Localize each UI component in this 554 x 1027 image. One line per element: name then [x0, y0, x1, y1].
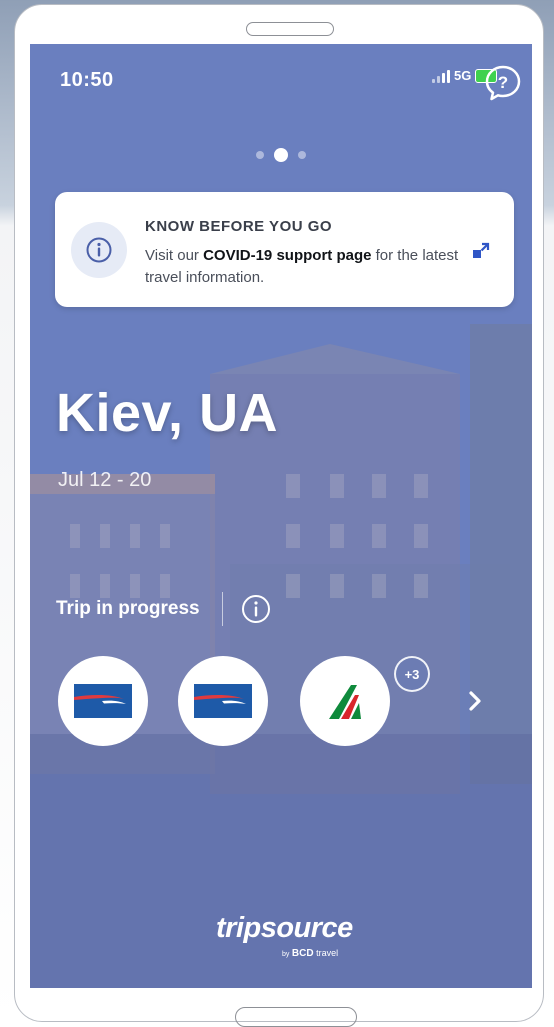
trip-status-row: Trip in progress: [56, 592, 271, 626]
brand-company: BCD: [291, 948, 314, 959]
app-screen: 10:50 5G ? KNOW BEFORE YOU GO Visit our …: [30, 44, 532, 988]
status-time: 10:50: [60, 69, 114, 91]
chevron-right-icon[interactable]: [466, 684, 486, 718]
home-button[interactable]: [235, 1007, 357, 1027]
trip-status: Trip in progress: [56, 598, 200, 619]
notice-title: KNOW BEFORE YOU GO: [145, 218, 333, 235]
british-airways-logo: [194, 684, 252, 718]
divider: [221, 592, 223, 626]
brand-by: by: [282, 951, 290, 958]
destination-title: Kiev, UA: [56, 383, 279, 443]
booking-british-airways[interactable]: [58, 656, 148, 746]
carousel-dot-active[interactable]: [274, 148, 288, 162]
booking-british-airways[interactable]: [178, 656, 268, 746]
brand-suffix: travel: [316, 948, 339, 958]
bcd-travel-logo: by BCD travel: [282, 948, 338, 959]
alitalia-logo: [329, 685, 361, 719]
chat-help-icon[interactable]: ?: [484, 64, 522, 102]
notice-body-prefix: Visit our: [145, 247, 204, 264]
signal-icon: [432, 69, 450, 83]
svg-text:?: ?: [498, 73, 508, 92]
info-icon[interactable]: [241, 594, 271, 624]
british-airways-logo: [74, 684, 132, 718]
phone-speaker: [246, 22, 334, 36]
booking-alitalia[interactable]: [300, 656, 390, 746]
external-link-icon[interactable]: [471, 241, 491, 261]
carousel-indicator: [256, 148, 306, 162]
more-bookings-badge[interactable]: +3: [394, 656, 430, 692]
notice-body: Visit our COVID-19 support page for the …: [145, 245, 465, 289]
covid-support-link[interactable]: COVID-19 support page: [203, 247, 371, 264]
trip-dates: Jul 12 - 20: [58, 469, 152, 491]
carousel-dot[interactable]: [298, 151, 306, 159]
city-background-image: [30, 44, 532, 988]
carousel-dot[interactable]: [256, 151, 264, 159]
notice-card[interactable]: KNOW BEFORE YOU GO Visit our COVID-19 su…: [55, 192, 514, 307]
tripsource-logo: tripsource: [216, 912, 353, 944]
network-type: 5G: [454, 68, 472, 83]
info-icon: [71, 222, 127, 278]
